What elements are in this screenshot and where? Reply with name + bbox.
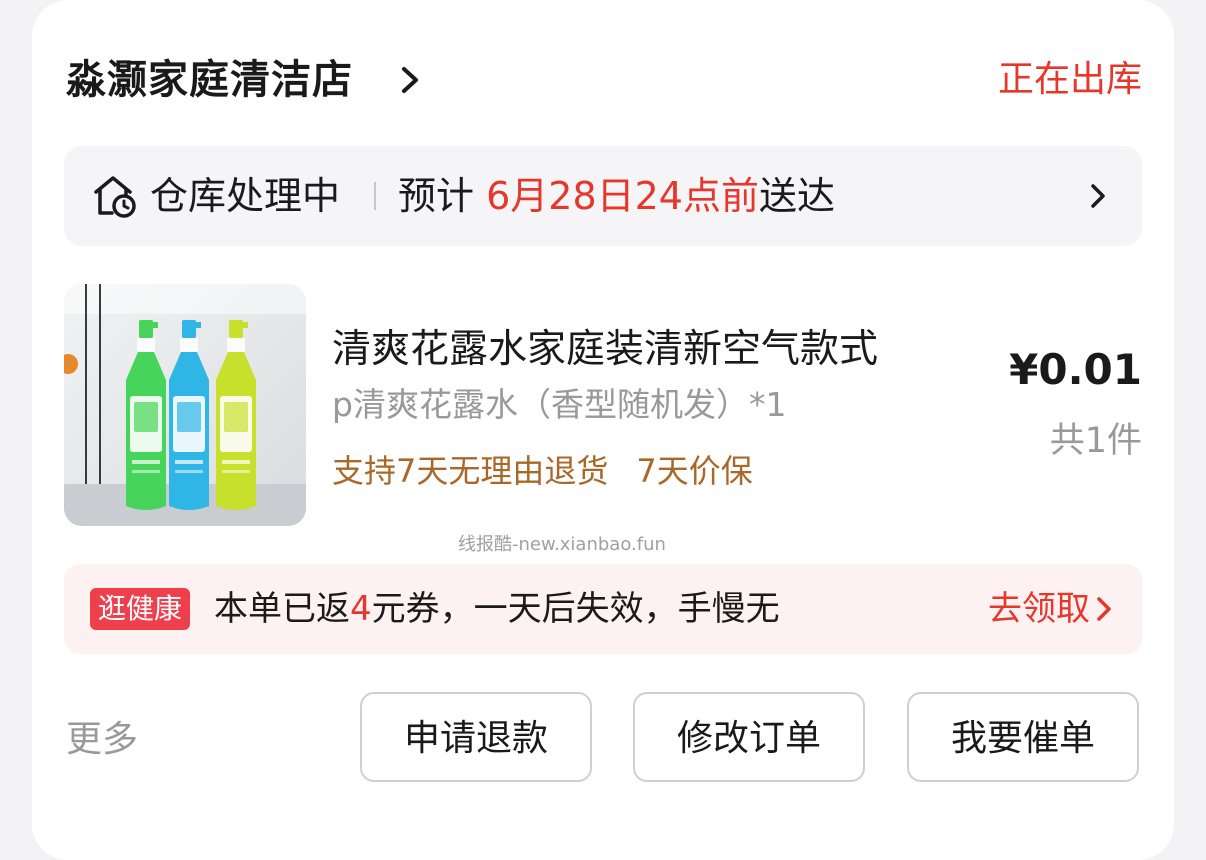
- warehouse-status: 仓库处理中: [150, 174, 341, 218]
- shop-header[interactable]: 淼灏家庭清洁店 正在出库: [66, 52, 1142, 108]
- product-spec: p清爽花露水（香型随机发）*1: [332, 385, 787, 424]
- order-status: 正在出库: [997, 59, 1142, 100]
- eta-time: 6月28日24点前: [486, 174, 759, 218]
- claim-coupon-link[interactable]: 去领取: [988, 581, 1112, 637]
- promo-text: 本单已返4元券，一天后失效，手慢无: [214, 581, 780, 637]
- eta-prefix: 预计: [398, 174, 487, 218]
- modify-order-button[interactable]: 修改订单: [633, 692, 865, 782]
- promo-banner[interactable]: 逛健康 本单已返4元券，一天后失效，手慢无 去领取: [64, 564, 1142, 654]
- chevron-right-icon[interactable]: [396, 65, 424, 95]
- divider: [374, 182, 376, 210]
- request-refund-button[interactable]: 申请退款: [360, 692, 592, 782]
- product-image[interactable]: [64, 284, 306, 526]
- chevron-right-icon[interactable]: [1096, 596, 1112, 622]
- promo-text-suffix: 元券，一天后失效，手慢无: [371, 589, 780, 629]
- claim-label[interactable]: 去领取: [988, 589, 1090, 629]
- shop-name[interactable]: 淼灏家庭清洁店: [66, 52, 353, 108]
- promo-text-prefix: 本单已返: [214, 589, 350, 629]
- product-title[interactable]: 清爽花露水家庭装清新空气款式: [332, 322, 878, 378]
- urge-order-button[interactable]: 我要催单: [907, 692, 1139, 782]
- delivery-status-bar[interactable]: 仓库处理中 预计 6月28日24点前送达: [64, 146, 1142, 246]
- promo-badge: 逛健康: [90, 588, 191, 630]
- promo-amount: 4: [350, 589, 372, 629]
- service-tag-return: 支持7天无理由退货: [332, 452, 609, 490]
- eta-suffix: 送达: [758, 174, 835, 218]
- product-quantity: 共1件: [1049, 421, 1142, 461]
- product-price: ¥0.01: [1009, 345, 1142, 394]
- service-tags: 支持7天无理由退货 7天价保: [332, 446, 753, 496]
- product-photo: [64, 284, 306, 526]
- chevron-right-icon[interactable]: [1088, 181, 1108, 211]
- watermark: 线报酷-new.xianbao.fun: [458, 534, 666, 555]
- service-tag-price-protect: 7天价保: [636, 452, 753, 490]
- more-button[interactable]: 更多: [66, 712, 138, 768]
- delivery-eta: 预计 6月28日24点前送达: [398, 168, 835, 224]
- warehouse-clock-icon: [94, 176, 136, 218]
